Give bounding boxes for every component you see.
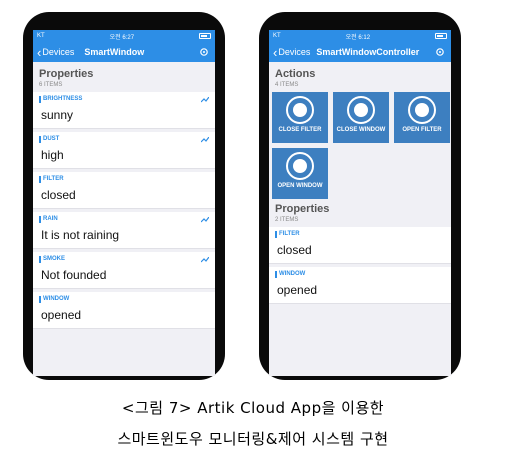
property-row[interactable]: FILTER closed [33, 172, 215, 209]
property-label: WINDOW [39, 296, 211, 303]
action-tile[interactable]: OPEN FILTER [394, 92, 450, 143]
trend-icon[interactable] [201, 137, 209, 143]
properties-header: Properties 2 ITEMS [269, 199, 451, 223]
properties-header: Properties 6 ITEMS [33, 62, 215, 88]
property-label: FILTER [275, 231, 447, 238]
trend-icon[interactable] [201, 217, 209, 223]
back-button[interactable]: ‹ Devices [33, 46, 74, 59]
property-value: closed [41, 188, 76, 202]
section-title: Properties [275, 203, 330, 215]
gear-icon[interactable] [435, 47, 445, 57]
property-value: opened [277, 283, 318, 297]
property-value: Not founded [41, 268, 107, 282]
section-title: Actions [275, 68, 316, 80]
property-row[interactable]: RAIN It is not raining [33, 212, 215, 249]
chevron-left-icon: ‹ [273, 44, 278, 60]
status-bar: KT 오전 6:27 [33, 30, 215, 42]
section-title: Properties [39, 68, 94, 80]
action-tile[interactable]: CLOSE WINDOW [333, 92, 389, 143]
back-label: Devices [42, 47, 75, 57]
back-button[interactable]: ‹ Devices [269, 46, 310, 59]
property-label: DUST [39, 136, 211, 143]
property-value: It is not raining [41, 228, 120, 242]
property-label: BRIGHTNESS [39, 96, 211, 103]
status-time: 오전 6:27 [109, 34, 135, 41]
chevron-left-icon: ‹ [37, 44, 42, 60]
status-bar: KT 오전 6:12 [269, 30, 451, 42]
left-phone: KT 오전 6:27 ‹ Devices SmartWindow Propert… [23, 12, 225, 380]
actions-header: Actions 4 ITEMS [269, 62, 451, 88]
figure-caption-line1: <그림 7> Artik Cloud App을 이용한 [121, 399, 385, 417]
left-screen: KT 오전 6:27 ‹ Devices SmartWindow Propert… [33, 30, 215, 376]
property-value: sunny [41, 108, 74, 122]
action-tile[interactable]: CLOSE FILTER [272, 92, 328, 143]
property-row[interactable]: WINDOW opened [33, 292, 215, 329]
right-screen: KT 오전 6:12 ‹ Devices SmartWindowControll… [269, 30, 451, 376]
action-label: OPEN WINDOW [277, 183, 323, 189]
action-label: OPEN FILTER [402, 127, 442, 133]
gear-icon[interactable] [199, 47, 209, 57]
nav-bar: ‹ Devices SmartWindowController [269, 42, 451, 62]
nav-bar: ‹ Devices SmartWindow [33, 42, 215, 62]
battery-icon [199, 33, 211, 39]
actions-grid: CLOSE FILTER CLOSE WINDOW OPEN FILTER OPEN … [269, 88, 451, 199]
property-row[interactable]: FILTER closed [269, 227, 451, 264]
action-circle-icon [408, 96, 436, 124]
property-row[interactable]: WINDOW opened [269, 267, 451, 304]
property-label: WINDOW [275, 271, 447, 278]
action-circle-icon [286, 152, 314, 180]
property-row[interactable]: SMOKE Not founded [33, 252, 215, 289]
property-label: FILTER [39, 176, 211, 183]
section-count: 6 ITEMS [39, 82, 63, 88]
property-row[interactable]: DUST high [33, 132, 215, 169]
right-phone: KT 오전 6:12 ‹ Devices SmartWindowControll… [259, 12, 461, 380]
action-tile[interactable]: OPEN WINDOW [272, 148, 328, 199]
action-label: CLOSE WINDOW [336, 127, 386, 133]
figure-caption-line2: 스마트윈도우 모니터링&제어 시스템 구현 [117, 430, 389, 448]
back-label: Devices [278, 47, 311, 57]
property-value: opened [41, 308, 82, 322]
page-title: SmartWindow [84, 47, 145, 57]
status-time: 오전 6:12 [345, 34, 371, 41]
carrier-label: KT [37, 33, 45, 39]
property-value: closed [277, 243, 312, 257]
property-list: FILTER closed WINDOW opened [269, 227, 451, 304]
property-row[interactable]: BRIGHTNESS sunny [33, 92, 215, 129]
action-circle-icon [347, 96, 375, 124]
page-title: SmartWindowController [316, 47, 420, 57]
trend-icon[interactable] [201, 97, 209, 103]
property-value: high [41, 148, 64, 162]
property-label: RAIN [39, 216, 211, 223]
action-circle-icon [286, 96, 314, 124]
property-list: BRIGHTNESS sunny DUST high FILTER closed RAIN I… [33, 92, 215, 329]
trend-icon[interactable] [201, 257, 209, 263]
carrier-label: KT [273, 33, 281, 39]
property-label: SMOKE [39, 256, 211, 263]
battery-icon [435, 33, 447, 39]
action-label: CLOSE FILTER [278, 127, 322, 133]
section-count: 2 ITEMS [275, 217, 299, 223]
